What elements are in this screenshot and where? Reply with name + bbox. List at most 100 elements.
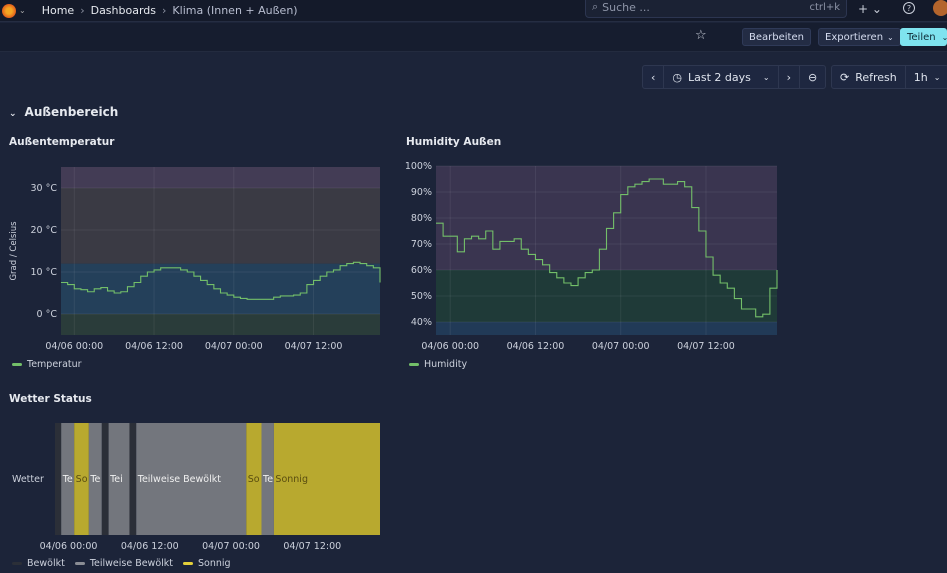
star-icon[interactable]: ☆ (695, 28, 707, 43)
plus-icon[interactable]: + ⌄ (858, 2, 882, 16)
time-back-button[interactable]: ‹ (643, 66, 665, 88)
grafana-logo[interactable] (2, 3, 16, 18)
state-label: So (248, 474, 260, 485)
state-label: Te (262, 474, 273, 485)
status-timeline[interactable]: Wetter Te So Te Tei Teilweise Bewölkt So Te Sonn… (0, 415, 390, 555)
threshold-band (436, 322, 777, 335)
state-label: Tei (109, 474, 123, 485)
refresh-button[interactable]: ⟳ Refresh (832, 66, 906, 88)
state-label: Te (62, 474, 73, 485)
x-tick-label: 04/07 12:00 (677, 341, 735, 352)
threshold-band (61, 314, 380, 335)
refresh-interval: 1h (913, 70, 928, 84)
x-tick-label: 04/07 00:00 (592, 341, 650, 352)
legend-item[interactable]: Temperatur (12, 359, 82, 370)
state-label: Te (89, 474, 100, 485)
threshold-band (61, 188, 380, 264)
y-tick-label: 20 °C (31, 225, 58, 236)
state-label: Teilweise Bewölkt (137, 474, 221, 485)
panel-title-status[interactable]: Wetter Status (9, 393, 92, 405)
chevron-down-icon: ⌄ (9, 109, 17, 119)
legend-item[interactable]: Teilweise Bewölkt (74, 558, 174, 569)
state-label: So (76, 474, 88, 485)
legend-label: Bewölkt (27, 558, 65, 569)
y-tick-label: 30 °C (31, 183, 58, 194)
x-tick-label: 04/06 00:00 (45, 341, 103, 352)
row-header[interactable]: ⌄ Außenbereich (9, 105, 118, 119)
refresh-icon: ⟳ (840, 70, 850, 84)
legend-item[interactable]: Sonnig (183, 558, 231, 569)
avatar[interactable] (933, 0, 947, 16)
search-placeholder: Suche ... (602, 0, 650, 14)
chevron-down-icon: ⌄ (933, 72, 941, 82)
state-segment (101, 423, 109, 535)
breadcrumb-dashboards[interactable]: Dashboards (91, 4, 156, 17)
x-tick-label: 04/07 12:00 (285, 341, 343, 352)
legend-swatch (183, 562, 194, 565)
threshold-band (61, 167, 380, 188)
y-tick-label: 60% (411, 265, 432, 276)
y-tick-label: 10 °C (31, 267, 58, 278)
x-tick-label: 04/07 00:00 (202, 541, 260, 552)
refresh-picker: ⟳ Refresh 1h ⌄ (831, 65, 947, 89)
top-bar: ⌄ Home › Dashboards › Klima (Innen + Außen… (0, 0, 947, 22)
help-icon[interactable]: ? (903, 2, 915, 14)
breadcrumb: Home › Dashboards › Klima (Innen + Außen) (42, 4, 298, 17)
chevron-down-icon[interactable]: ⌄ (19, 6, 26, 15)
x-tick-label: 04/07 00:00 (205, 341, 263, 352)
clock-icon: ◷ (672, 70, 683, 84)
legend-item[interactable]: Humidity (409, 359, 467, 370)
share-button[interactable]: Teilen ⌄ (900, 28, 947, 46)
time-range-picker: ‹ ◷ Last 2 days ⌄ › ⊖ (642, 65, 827, 89)
time-range-label: Last 2 days (688, 70, 751, 84)
export-label: Exportieren (825, 31, 884, 43)
y-tick-label: 90% (411, 187, 432, 198)
export-button[interactable]: Exportieren ⌄ (818, 28, 901, 46)
panel-title-humidity[interactable]: Humidity Außen (406, 136, 501, 148)
search-shortcut: ctrl+k (809, 1, 840, 13)
panel-title-temperature[interactable]: Außentemperatur (9, 136, 114, 148)
legend-swatch (74, 562, 85, 565)
search-input[interactable]: ⌕ Suche ... ctrl+k (585, 0, 847, 18)
zoom-out-icon: ⊖ (808, 70, 818, 84)
refresh-label: Refresh (855, 70, 897, 84)
search-icon: ⌕ (592, 0, 599, 13)
row-label: Wetter (12, 474, 44, 485)
state-segment (129, 423, 137, 535)
legend-status: Bewölkt Teilweise Bewölkt Sonnig (12, 558, 231, 569)
time-forward-button[interactable]: › (779, 66, 800, 88)
humidity-chart[interactable]: 40% 50% 60% 70% 80% 90% 100% 04/06 00:00 04/06 1… (395, 150, 790, 355)
legend-item[interactable]: Bewölkt (12, 558, 65, 569)
time-range-button[interactable]: ◷ Last 2 days ⌄ (664, 66, 779, 88)
legend-swatch (12, 363, 22, 366)
y-tick-label: 0 °C (37, 309, 58, 320)
edit-button[interactable]: Bearbeiten (742, 28, 811, 46)
legend-label: Sonnig (198, 558, 231, 569)
y-tick-label: 100% (405, 161, 432, 172)
breadcrumb-home[interactable]: Home (42, 4, 74, 17)
y-tick-label: 40% (411, 317, 432, 328)
x-tick-label: 04/06 00:00 (421, 341, 479, 352)
legend-swatch (12, 562, 22, 565)
legend-label: Teilweise Bewölkt (89, 558, 174, 569)
chevron-right-icon: › (162, 4, 167, 17)
share-label: Teilen (907, 31, 936, 43)
state-segment (55, 423, 62, 535)
y-tick-label: 80% (411, 213, 432, 224)
chevron-down-icon[interactable]: ⌄ (942, 33, 947, 42)
state-label: Sonnig (275, 474, 308, 485)
y-axis-label: Grad / Celsius (9, 221, 19, 281)
temperature-chart[interactable]: 0 °C 10 °C 20 °C 30 °C 04/06 00:00 04/06 12:0… (0, 150, 390, 355)
zoom-out-button[interactable]: ⊖ (800, 66, 825, 88)
legend-temperature: Temperatur (12, 359, 82, 370)
chevron-down-icon: ⌄ (762, 72, 770, 82)
x-tick-label: 04/06 00:00 (40, 541, 98, 552)
y-tick-label: 50% (411, 291, 432, 302)
x-tick-label: 04/06 12:00 (507, 341, 565, 352)
breadcrumb-current: Klima (Innen + Außen) (172, 4, 298, 17)
legend-label: Temperatur (27, 359, 82, 370)
refresh-interval-select[interactable]: 1h ⌄ (906, 66, 947, 88)
y-tick-label: 70% (411, 239, 432, 250)
legend-humidity: Humidity (409, 359, 467, 370)
row-title: Außenbereich (24, 105, 119, 119)
